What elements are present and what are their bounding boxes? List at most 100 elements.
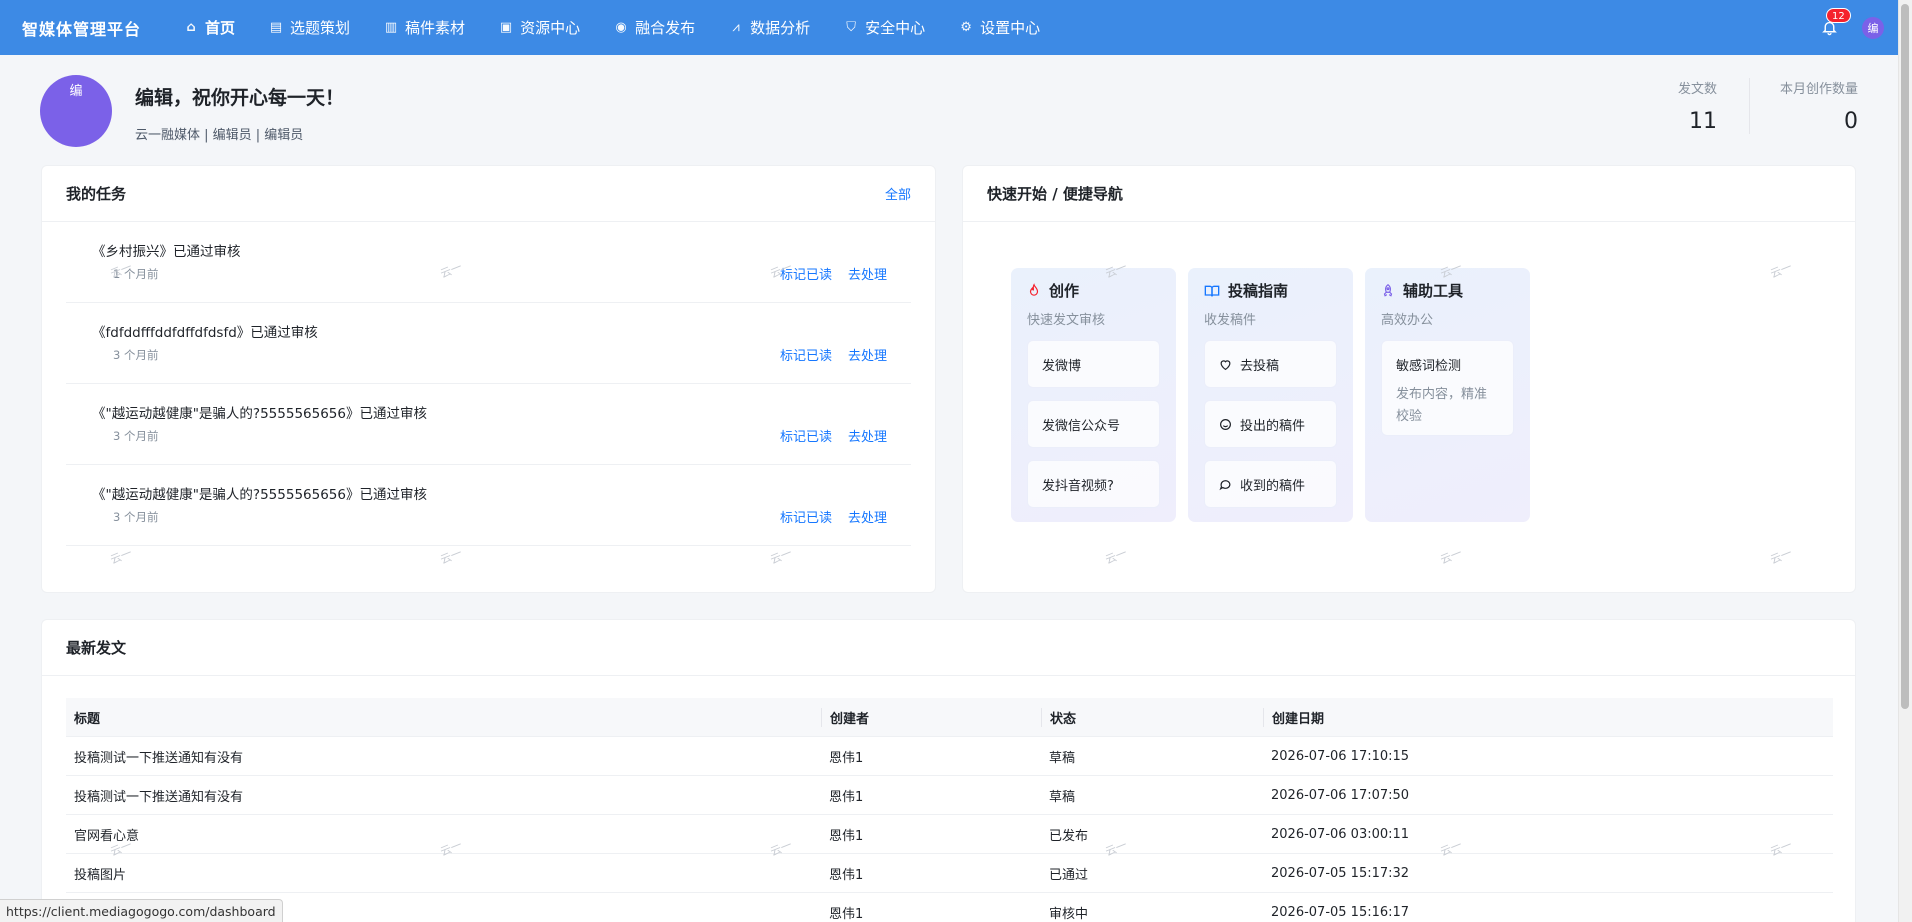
cell-creator: 恩伟1 — [829, 750, 864, 766]
handle-task-link[interactable]: 去处理 — [848, 345, 887, 364]
table-row[interactable]: 投稿测试一下推送通知有没有 恩伟1 草稿 2026-07-06 17:10:15 — [66, 737, 1833, 776]
cell-status: 已发布 — [1049, 828, 1089, 844]
greeting-title: 编辑，祝你开心每一天！ — [135, 87, 345, 109]
cell-date: 2026-07-06 17:10:15 — [1271, 748, 1410, 764]
submit-manuscript-button[interactable]: 去投稿 — [1204, 340, 1337, 388]
sensitive-word-check-button[interactable]: 敏感词检测 发布内容，精准校验 — [1381, 340, 1514, 436]
table-row[interactable]: 官网看心意 恩伟1 已发布 2026-07-06 03:00:11 — [66, 815, 1833, 854]
handle-task-link[interactable]: 去处理 — [848, 426, 887, 445]
task-title: 《fdfddfffddfdffdfdsfd》已通过审核 — [92, 325, 318, 341]
tool-title: 敏感词检测 — [1396, 359, 1462, 374]
notification-button[interactable]: 12 — [1818, 7, 1851, 39]
button-label: 去投稿 — [1240, 358, 1280, 374]
card-title: 快速开始 / 便捷导航 — [987, 185, 1123, 203]
task-item: 《乡村振兴》已通过审核 1 个月前 标记已读 去处理 — [66, 222, 911, 303]
home-icon: ⌂ — [186, 20, 196, 35]
latest-posts-card: 最新发文 标题 创建者 状态 创建日期 投稿测试一下推送通知有没有 恩伟1 草稿 20… — [41, 619, 1856, 922]
chat-icon — [1219, 479, 1231, 490]
nav-label: 首页 — [205, 19, 236, 37]
rocket-icon — [1383, 283, 1393, 297]
nav-label: 设置中心 — [980, 19, 1041, 37]
nav-label: 安全中心 — [865, 19, 926, 37]
file-icon: ▤ — [269, 20, 283, 35]
task-time: 3 个月前 — [113, 510, 159, 524]
nav-label: 融合发布 — [635, 19, 696, 37]
notification-badge: 12 — [1826, 7, 1851, 23]
user-avatar-menu[interactable]: 编 — [1862, 16, 1884, 39]
table-header: 标题 创建者 状态 创建日期 — [66, 698, 1833, 737]
cell-title: 投稿图片 — [74, 867, 127, 883]
scroll-thumb[interactable] — [1901, 4, 1909, 709]
cell-creator: 恩伟1 — [829, 867, 864, 883]
nav-item-2[interactable]: ▥ 稿件素材 — [367, 0, 482, 55]
task-item: 《fdfddfffddfdffdfdsfd》已通过审核 3 个月前 标记已读 去处理 — [66, 303, 911, 384]
cell-creator: 恩伟1 — [829, 906, 864, 922]
view-all-link[interactable]: 全部 — [885, 184, 911, 203]
stat-label: 发文数 — [1677, 82, 1717, 97]
stat-posts: 发文数 11 — [1648, 78, 1717, 134]
nav-item-1[interactable]: ▤ 选题策划 — [252, 0, 367, 55]
page-scrollbar[interactable] — [1898, 0, 1912, 922]
smile-icon — [1220, 418, 1231, 430]
nav-item-3[interactable]: ▣ 资源中心 — [482, 0, 597, 55]
post-weibo-button[interactable]: 发微博 — [1027, 340, 1160, 388]
tools-panel: 辅助工具 高效办公 敏感词检测 发布内容，精准校验 — [1365, 268, 1530, 522]
cell-status: 草稿 — [1049, 789, 1076, 805]
panel-title: 创作 — [1049, 282, 1080, 300]
picture-icon: ▣ — [499, 20, 513, 35]
column-header-creator: 创建者 — [821, 707, 1041, 727]
stat-label: 本月创作数量 — [1779, 82, 1858, 97]
stat-value: 0 — [1844, 109, 1858, 134]
nav-item-6[interactable]: ⛉ 安全中心 — [827, 0, 942, 55]
mark-read-link[interactable]: 标记已读 — [780, 345, 832, 364]
avatar: 编 — [40, 75, 112, 147]
gear-icon: ⚙ — [960, 20, 972, 35]
user-subtitle: 云一融媒体 | 编辑员 | 编辑员 — [135, 128, 304, 143]
panel-subtitle: 高效办公 — [1381, 313, 1434, 328]
button-label: 发抖音视频? — [1042, 478, 1114, 494]
cell-date: 2026-07-05 15:17:32 — [1271, 865, 1410, 881]
task-title: 《"越运动越健康"是骗人的?5555565656》已通过审核 — [92, 487, 427, 503]
stat-monthly: 本月创作数量 0 — [1748, 78, 1858, 134]
location-icon: ◉ — [615, 20, 627, 35]
mark-read-link[interactable]: 标记已读 — [780, 426, 832, 445]
cell-date: 2026-07-06 03:00:11 — [1271, 826, 1410, 842]
document-icon: ▥ — [384, 20, 398, 35]
nav-item-5[interactable]: ⩘ 数据分析 — [712, 0, 827, 55]
received-manuscripts-button[interactable]: 收到的稿件 — [1204, 460, 1337, 508]
profile-header: 编 编辑，祝你开心每一天！ 云一融媒体 | 编辑员 | 编辑员 — [40, 75, 344, 147]
post-wechat-button[interactable]: 发微信公众号 — [1027, 400, 1160, 448]
panel-subtitle: 收发稿件 — [1204, 313, 1257, 328]
nav-item-4[interactable]: ◉ 融合发布 — [597, 0, 712, 55]
nav-item-0[interactable]: ⌂ 首页 — [167, 0, 252, 55]
post-douyin-button[interactable]: 发抖音视频? — [1027, 460, 1160, 508]
column-header-status: 状态 — [1041, 707, 1263, 727]
task-item: 《"越运动越健康"是骗人的?5555565656》已通过审核 3 个月前 标记已读去… — [66, 384, 911, 465]
my-tasks-card: 我的任务 全部 《乡村振兴》已通过审核 1 个月前 标记已读 去处理 《fdfddfff… — [41, 165, 936, 593]
task-time: 3 个月前 — [113, 348, 159, 362]
table-row[interactable]: 投稿图片 恩伟1 已通过 2026-07-05 15:17:32 — [66, 854, 1833, 893]
brand-title[interactable]: 智媒体管理平台 — [22, 16, 141, 40]
flame-icon — [1029, 283, 1039, 296]
task-time: 1 个月前 — [113, 267, 159, 281]
create-panel: 创作 快速发文审核 发微博 发微信公众号 发抖音视频? — [1011, 268, 1176, 522]
card-title: 我的任务 — [66, 185, 127, 203]
column-header-title: 标题 — [74, 711, 101, 727]
handle-task-link[interactable]: 去处理 — [848, 264, 887, 283]
top-navbar: 智媒体管理平台 ⌂ 首页 ▤ 选题策划 ▥ 稿件素材 ▣ 资源中心 ◉ 融合发布 ⩘ 数据分析 ⛉ 安全中… — [0, 0, 1898, 55]
cell-title: 官网看心意 — [74, 828, 140, 844]
cell-creator: 恩伟1 — [829, 828, 864, 844]
card-title: 最新发文 — [66, 639, 127, 657]
task-item: 《"越运动越健康"是骗人的?5555565656》已通过审核 3 个月前 标记已读去… — [66, 465, 911, 546]
sent-manuscripts-button[interactable]: 投出的稿件 — [1204, 400, 1337, 448]
nav-label: 选题策划 — [290, 19, 351, 37]
column-header-date: 创建日期 — [1263, 707, 1833, 727]
table-row[interactable]: 恩伟1 审核中 2026-07-05 15:16:17 — [66, 893, 1833, 922]
task-title: 《乡村振兴》已通过审核 — [92, 244, 241, 260]
table-row[interactable]: 投稿测试一下推送通知有没有 恩伟1 草稿 2026-07-06 17:07:50 — [66, 776, 1833, 815]
nav-item-7[interactable]: ⚙ 设置中心 — [942, 0, 1057, 55]
mark-read-link[interactable]: 标记已读 — [780, 264, 832, 283]
mark-read-link[interactable]: 标记已读 — [780, 507, 832, 526]
handle-task-link[interactable]: 去处理 — [848, 507, 887, 526]
heart-icon — [1220, 359, 1231, 370]
